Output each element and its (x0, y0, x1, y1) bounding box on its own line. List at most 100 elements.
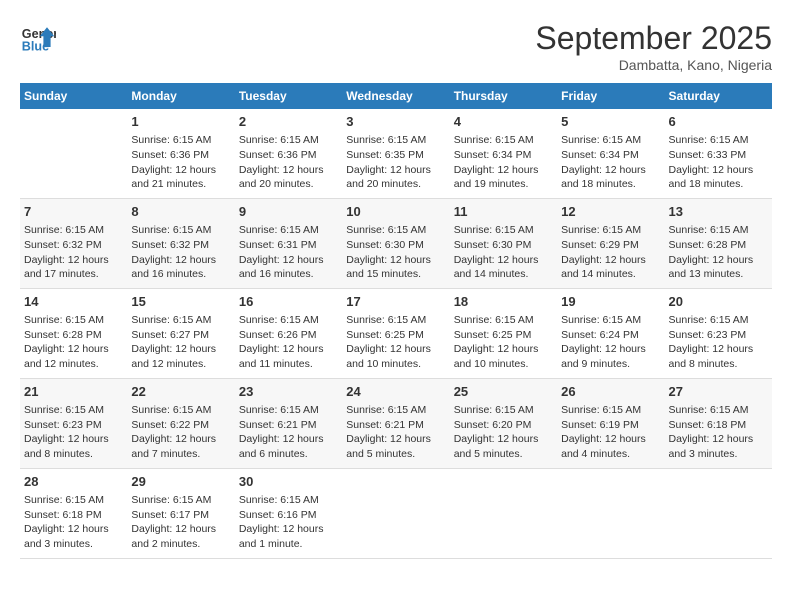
logo: General Blue (20, 20, 56, 56)
day-info: Sunrise: 6:15 AM Sunset: 6:25 PM Dayligh… (454, 313, 553, 372)
day-number: 16 (239, 293, 338, 311)
day-number: 26 (561, 383, 660, 401)
month-title: September 2025 (535, 20, 772, 57)
day-info: Sunrise: 6:15 AM Sunset: 6:19 PM Dayligh… (561, 403, 660, 462)
day-number: 9 (239, 203, 338, 221)
day-info: Sunrise: 6:15 AM Sunset: 6:34 PM Dayligh… (454, 133, 553, 192)
day-of-week-header: Monday (127, 83, 234, 109)
calendar-cell: 15 Sunrise: 6:15 AM Sunset: 6:27 PM Dayli… (127, 288, 234, 378)
day-info: Sunrise: 6:15 AM Sunset: 6:21 PM Dayligh… (346, 403, 445, 462)
day-info: Sunrise: 6:15 AM Sunset: 6:18 PM Dayligh… (669, 403, 768, 462)
calendar-cell: 16 Sunrise: 6:15 AM Sunset: 6:26 PM Dayli… (235, 288, 342, 378)
day-info: Sunrise: 6:15 AM Sunset: 6:35 PM Dayligh… (346, 133, 445, 192)
day-info: Sunrise: 6:15 AM Sunset: 6:33 PM Dayligh… (669, 133, 768, 192)
calendar-cell (20, 109, 127, 198)
day-info: Sunrise: 6:15 AM Sunset: 6:23 PM Dayligh… (24, 403, 123, 462)
day-number: 27 (669, 383, 768, 401)
calendar-cell: 11 Sunrise: 6:15 AM Sunset: 6:30 PM Dayli… (450, 198, 557, 288)
calendar-cell: 28 Sunrise: 6:15 AM Sunset: 6:18 PM Dayli… (20, 468, 127, 558)
day-info: Sunrise: 6:15 AM Sunset: 6:28 PM Dayligh… (24, 313, 123, 372)
day-number: 8 (131, 203, 230, 221)
day-number: 25 (454, 383, 553, 401)
calendar-cell: 12 Sunrise: 6:15 AM Sunset: 6:29 PM Dayli… (557, 198, 664, 288)
calendar-cell: 29 Sunrise: 6:15 AM Sunset: 6:17 PM Dayli… (127, 468, 234, 558)
calendar-cell: 30 Sunrise: 6:15 AM Sunset: 6:16 PM Dayli… (235, 468, 342, 558)
calendar-cell (450, 468, 557, 558)
day-number: 11 (454, 203, 553, 221)
calendar-cell: 19 Sunrise: 6:15 AM Sunset: 6:24 PM Dayli… (557, 288, 664, 378)
day-number: 24 (346, 383, 445, 401)
day-of-week-header: Wednesday (342, 83, 449, 109)
calendar-cell (342, 468, 449, 558)
calendar-cell: 14 Sunrise: 6:15 AM Sunset: 6:28 PM Dayli… (20, 288, 127, 378)
day-info: Sunrise: 6:15 AM Sunset: 6:28 PM Dayligh… (669, 223, 768, 282)
day-number: 1 (131, 113, 230, 131)
day-info: Sunrise: 6:15 AM Sunset: 6:36 PM Dayligh… (131, 133, 230, 192)
day-info: Sunrise: 6:15 AM Sunset: 6:16 PM Dayligh… (239, 493, 338, 552)
day-number: 20 (669, 293, 768, 311)
calendar-table: SundayMondayTuesdayWednesdayThursdayFrid… (20, 83, 772, 559)
calendar-cell: 3Sunrise: 6:15 AM Sunset: 6:35 PM Daylig… (342, 109, 449, 198)
day-number: 4 (454, 113, 553, 131)
day-info: Sunrise: 6:15 AM Sunset: 6:26 PM Dayligh… (239, 313, 338, 372)
calendar-cell: 5 Sunrise: 6:15 AM Sunset: 6:34 PM Daylig… (557, 109, 664, 198)
day-info: Sunrise: 6:15 AM Sunset: 6:23 PM Dayligh… (669, 313, 768, 372)
calendar-cell (557, 468, 664, 558)
day-number: 6 (669, 113, 768, 131)
day-number: 5 (561, 113, 660, 131)
calendar-cell: 10 Sunrise: 6:15 AM Sunset: 6:30 PM Dayli… (342, 198, 449, 288)
day-of-week-header: Tuesday (235, 83, 342, 109)
day-info: Sunrise: 6:15 AM Sunset: 6:34 PM Dayligh… (561, 133, 660, 192)
day-of-week-header: Friday (557, 83, 664, 109)
day-info: Sunrise: 6:15 AM Sunset: 6:32 PM Dayligh… (131, 223, 230, 282)
calendar-cell: 4 Sunrise: 6:15 AM Sunset: 6:34 PM Daylig… (450, 109, 557, 198)
day-info: Sunrise: 6:15 AM Sunset: 6:30 PM Dayligh… (454, 223, 553, 282)
calendar-cell: 18 Sunrise: 6:15 AM Sunset: 6:25 PM Dayli… (450, 288, 557, 378)
day-info: Sunrise: 6:15 AM Sunset: 6:36 PM Dayligh… (239, 133, 338, 192)
day-number: 19 (561, 293, 660, 311)
calendar-cell: 25Sunrise: 6:15 AM Sunset: 6:20 PM Dayli… (450, 378, 557, 468)
day-info: Sunrise: 6:15 AM Sunset: 6:30 PM Dayligh… (346, 223, 445, 282)
calendar-cell: 17 Sunrise: 6:15 AM Sunset: 6:25 PM Dayli… (342, 288, 449, 378)
day-of-week-header: Sunday (20, 83, 127, 109)
calendar-cell: 8 Sunrise: 6:15 AM Sunset: 6:32 PM Daylig… (127, 198, 234, 288)
day-info: Sunrise: 6:15 AM Sunset: 6:25 PM Dayligh… (346, 313, 445, 372)
day-number: 21 (24, 383, 123, 401)
day-number: 15 (131, 293, 230, 311)
logo-icon: General Blue (20, 20, 56, 56)
day-number: 28 (24, 473, 123, 491)
day-number: 14 (24, 293, 123, 311)
day-info: Sunrise: 6:15 AM Sunset: 6:22 PM Dayligh… (131, 403, 230, 462)
title-block: September 2025 Dambatta, Kano, Nigeria (535, 20, 772, 73)
day-info: Sunrise: 6:15 AM Sunset: 6:27 PM Dayligh… (131, 313, 230, 372)
day-info: Sunrise: 6:15 AM Sunset: 6:18 PM Dayligh… (24, 493, 123, 552)
calendar-cell: 20 Sunrise: 6:15 AM Sunset: 6:23 PM Dayli… (665, 288, 772, 378)
calendar-cell: 26 Sunrise: 6:15 AM Sunset: 6:19 PM Dayli… (557, 378, 664, 468)
calendar-cell (665, 468, 772, 558)
day-info: Sunrise: 6:15 AM Sunset: 6:29 PM Dayligh… (561, 223, 660, 282)
day-number: 23 (239, 383, 338, 401)
day-info: Sunrise: 6:15 AM Sunset: 6:24 PM Dayligh… (561, 313, 660, 372)
day-number: 29 (131, 473, 230, 491)
day-number: 17 (346, 293, 445, 311)
calendar-cell: 22 Sunrise: 6:15 AM Sunset: 6:22 PM Dayli… (127, 378, 234, 468)
calendar-cell: 1 Sunrise: 6:15 AM Sunset: 6:36 PM Daylig… (127, 109, 234, 198)
page-header: General Blue September 2025 Dambatta, Ka… (20, 20, 772, 73)
calendar-cell: 27 Sunrise: 6:15 AM Sunset: 6:18 PM Dayli… (665, 378, 772, 468)
day-number: 10 (346, 203, 445, 221)
day-number: 30 (239, 473, 338, 491)
day-number: 22 (131, 383, 230, 401)
calendar-cell: 13Sunrise: 6:15 AM Sunset: 6:28 PM Dayli… (665, 198, 772, 288)
calendar-cell: 24 Sunrise: 6:15 AM Sunset: 6:21 PM Dayli… (342, 378, 449, 468)
calendar-cell: 6 Sunrise: 6:15 AM Sunset: 6:33 PM Daylig… (665, 109, 772, 198)
day-info: Sunrise: 6:15 AM Sunset: 6:32 PM Dayligh… (24, 223, 123, 282)
day-info: Sunrise: 6:15 AM Sunset: 6:17 PM Dayligh… (131, 493, 230, 552)
calendar-cell: 7Sunrise: 6:15 AM Sunset: 6:32 PM Daylig… (20, 198, 127, 288)
day-number: 18 (454, 293, 553, 311)
day-number: 12 (561, 203, 660, 221)
location: Dambatta, Kano, Nigeria (535, 57, 772, 73)
calendar-cell: 23Sunrise: 6:15 AM Sunset: 6:21 PM Dayli… (235, 378, 342, 468)
day-info: Sunrise: 6:15 AM Sunset: 6:31 PM Dayligh… (239, 223, 338, 282)
day-number: 2 (239, 113, 338, 131)
calendar-cell: 2 Sunrise: 6:15 AM Sunset: 6:36 PM Daylig… (235, 109, 342, 198)
